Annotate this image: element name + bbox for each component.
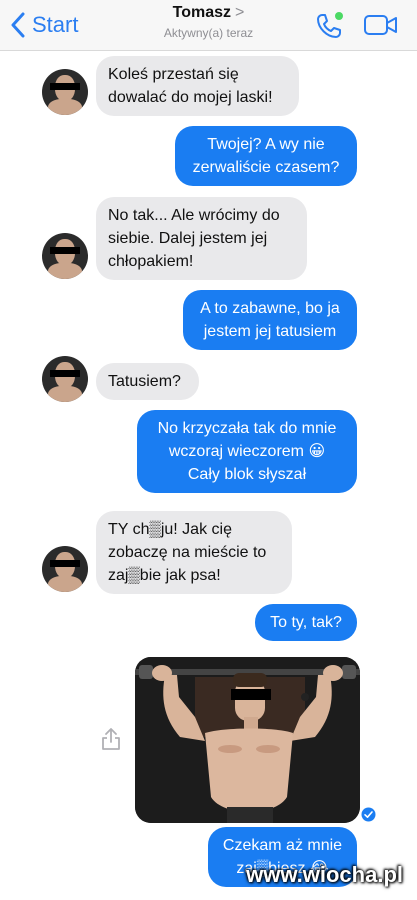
video-camera-icon[interactable]: [363, 11, 399, 39]
avatar[interactable]: [42, 356, 88, 402]
avatar[interactable]: [42, 69, 88, 115]
contact-name: Tomasz: [172, 4, 232, 21]
incoming-message[interactable]: Tatusiem?: [96, 363, 199, 400]
chevron-right-icon: >: [235, 4, 245, 21]
avatar[interactable]: [42, 546, 88, 592]
share-icon[interactable]: [101, 727, 121, 751]
avatar[interactable]: [42, 233, 88, 279]
outgoing-message[interactable]: A to zabawne, bo ja jestem jej tatusiem: [183, 290, 357, 350]
phone-icon[interactable]: [314, 11, 344, 41]
check-circle-icon: [361, 807, 376, 822]
gym-photo: [135, 657, 360, 823]
incoming-message[interactable]: No tak... Ale wrócimy do siebie. Dalej j…: [96, 197, 307, 280]
photo-message[interactable]: [135, 657, 360, 823]
chat-header: Start Tomasz > Aktywny(a) teraz: [0, 0, 417, 51]
outgoing-message[interactable]: To ty, tak?: [255, 604, 357, 641]
outgoing-message[interactable]: Twojej? A wy nie zerwaliście czasem?: [175, 126, 357, 186]
incoming-message[interactable]: TY ch▒ju! Jak cię zobaczę na mieście to …: [96, 511, 292, 594]
contact-status: Aktywny(a) teraz: [163, 26, 254, 40]
contact-info[interactable]: Tomasz > Aktywny(a) teraz: [0, 4, 417, 40]
incoming-message[interactable]: Koleś przestań się dowalać do mojej lask…: [96, 56, 299, 116]
watermark: www.wiocha.pl: [246, 862, 403, 887]
outgoing-message[interactable]: No krzyczała tak do mnie wczoraj wieczor…: [137, 410, 357, 493]
